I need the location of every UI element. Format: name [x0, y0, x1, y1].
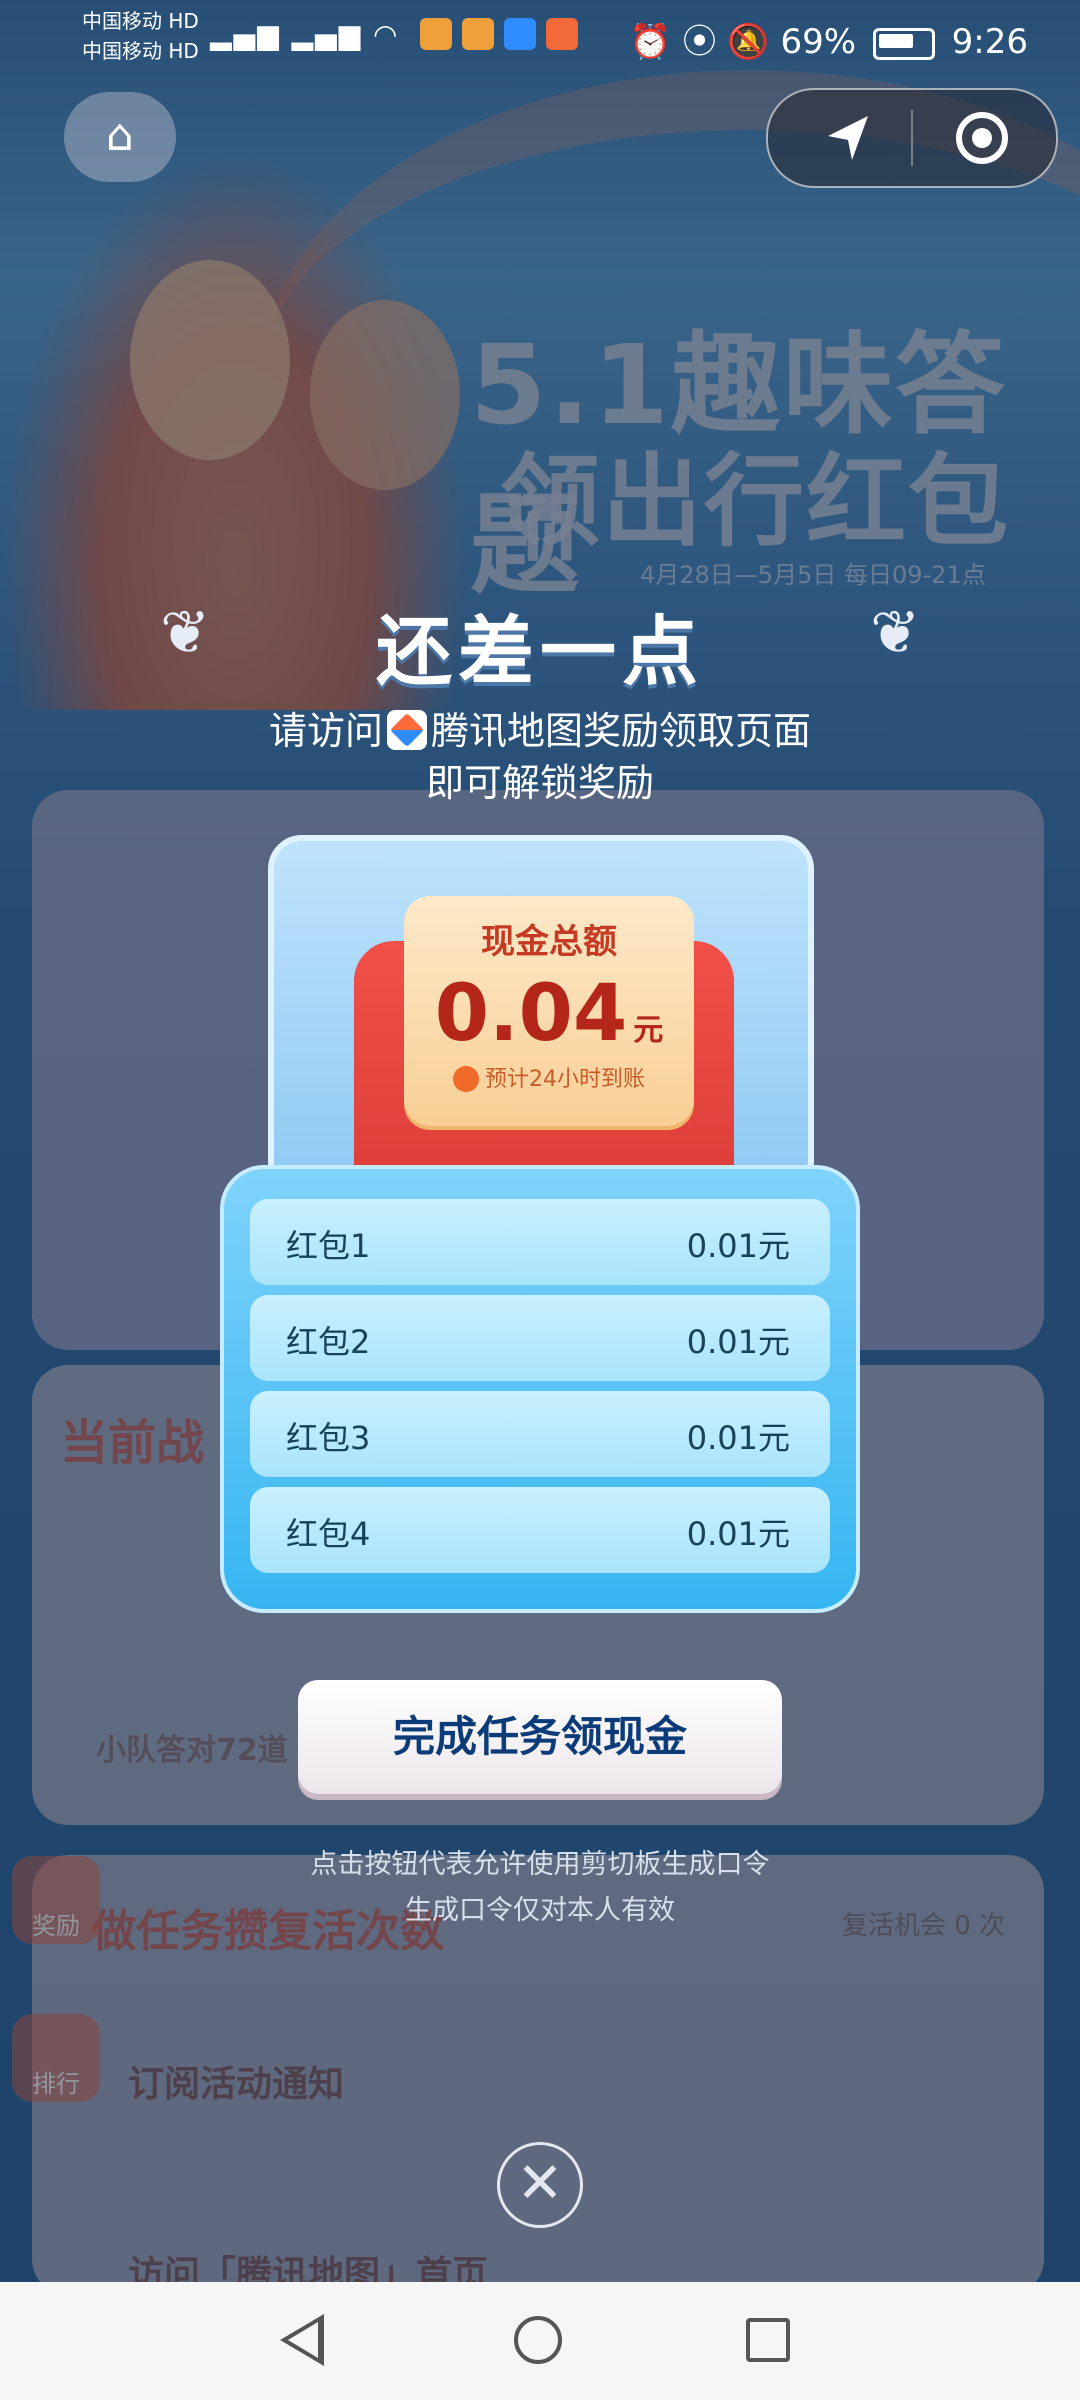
cash-eta-text: 预计24小时到账: [485, 1067, 645, 1092]
hint-prefix: 请访问: [268, 709, 383, 753]
packet-name: 红包3: [286, 1419, 371, 1457]
map-controls: [766, 88, 1058, 188]
clock: 9:26: [951, 22, 1028, 62]
mute-icon: 🔕: [727, 22, 770, 62]
packet-amount: 0.01元: [686, 1419, 790, 1457]
app-notification-icon: [504, 18, 536, 50]
app-notification-icon: [420, 18, 452, 50]
packet-name: 红包4: [286, 1515, 371, 1553]
location-icon: ⦿: [682, 22, 717, 62]
close-button[interactable]: ✕: [497, 2142, 583, 2228]
battery-icon: [872, 27, 935, 60]
navigation-arrow-icon[interactable]: [818, 108, 878, 168]
home-button[interactable]: ⌂: [64, 92, 176, 182]
modal-hint-line1: 请访问 腾讯地图奖励领取页面: [0, 700, 1080, 755]
red-packet-list: 红包1 0.01元 红包2 0.01元 红包3 0.01元 红包4 0.01元: [220, 1165, 860, 1613]
list-item: 红包3 0.01元: [250, 1391, 830, 1477]
packet-amount: 0.01元: [686, 1515, 790, 1553]
recent-apps-icon[interactable]: [746, 2318, 790, 2362]
red-envelope-card: 现金总额 0.04 元 预计24小时到账: [268, 835, 814, 1195]
back-icon[interactable]: [280, 2314, 324, 2366]
cash-amount: 0.04: [434, 969, 628, 1059]
tencent-map-icon: [387, 710, 427, 750]
alarm-icon: ⏰: [629, 22, 672, 62]
status-bar: 中国移动 HD 中国移动 HD ▂▄▆ ▂▄▆ ◠ ⏰ ⦿ 🔕 69% 9:26: [0, 0, 1080, 72]
close-icon: ✕: [516, 2151, 564, 2216]
system-nav-bar: [0, 2282, 1080, 2400]
divider: [911, 110, 913, 166]
home-nav-icon[interactable]: [514, 2316, 562, 2364]
token-note: 生成口令仅对本人有效: [405, 1895, 675, 1926]
status-right: ⏰ ⦿ 🔕 69% 9:26: [629, 14, 1028, 63]
modal-headline: 还差一点: [376, 607, 704, 696]
list-item: 红包4 0.01元: [250, 1487, 830, 1573]
carrier-label: 中国移动 HD: [82, 9, 199, 33]
packet-name: 红包1: [286, 1227, 371, 1265]
complete-task-button[interactable]: 完成任务领现金: [298, 1680, 782, 1794]
carrier-label: 中国移动 HD: [82, 39, 199, 63]
modal-hint-line2: 即可解锁奖励: [425, 761, 654, 805]
home-icon: ⌂: [106, 110, 134, 161]
battery-percent: 69%: [780, 22, 857, 62]
list-item: 红包2 0.01元: [250, 1295, 830, 1381]
signal-icon: ▂▄▆ ▂▄▆ ◠: [210, 18, 400, 51]
cash-unit: 元: [633, 1013, 664, 1048]
packet-name: 红包2: [286, 1323, 371, 1361]
list-item: 红包1 0.01元: [250, 1199, 830, 1285]
cash-total-card: 现金总额 0.04 元 预计24小时到账: [404, 896, 694, 1126]
chat-icon: [453, 1066, 479, 1092]
app-notification-icon: [462, 18, 494, 50]
app-notification-icon: [546, 18, 578, 50]
hint-app-text: 腾讯地图奖励领取页面: [431, 709, 812, 753]
packet-amount: 0.01元: [686, 1227, 790, 1265]
cash-title: 现金总额: [481, 922, 617, 962]
clipboard-note: 点击按钮代表允许使用剪切板生成口令: [310, 1849, 770, 1880]
target-icon[interactable]: [956, 112, 1008, 164]
packet-amount: 0.01元: [686, 1323, 790, 1361]
cash-eta: 预计24小时到账: [404, 1061, 694, 1093]
cash-amount-row: 0.04 元: [404, 969, 694, 1059]
